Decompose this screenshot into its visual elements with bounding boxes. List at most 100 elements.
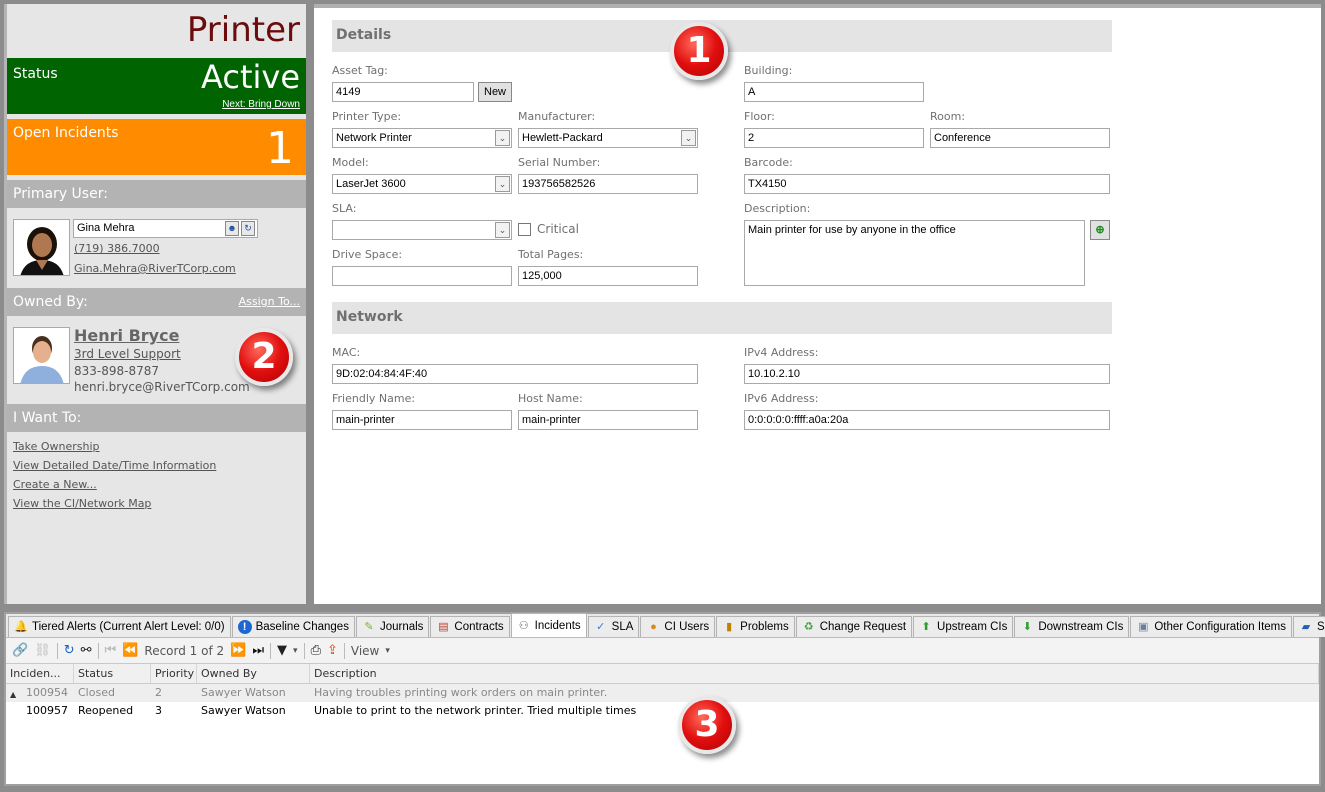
column-header-description[interactable]: Description [310, 664, 1319, 683]
chevron-down-icon[interactable]: ▾ [385, 646, 390, 656]
tab-journals[interactable]: ✎ Journals [355, 616, 430, 637]
ipv4-label: IPv4 Address: [744, 346, 819, 359]
primary-user-heading: Primary User: [13, 186, 108, 202]
filter-dropdown-icon[interactable]: ▾ [293, 646, 298, 656]
tab-baseline-changes[interactable]: ! Baseline Changes [231, 616, 355, 637]
tab-ci-users[interactable]: ● CI Users [640, 616, 716, 637]
incident-status: Closed [78, 686, 115, 699]
binoculars-icon[interactable]: ⚯ [81, 643, 92, 658]
tab-services[interactable]: ▰ Services [1293, 616, 1325, 637]
chevron-down-icon[interactable]: ⌄ [681, 130, 696, 146]
building-input[interactable]: A [744, 82, 924, 102]
sla-select[interactable]: ⌄ [332, 220, 512, 240]
floor-input[interactable]: 2 [744, 128, 924, 148]
unlink-icon[interactable]: ⛓ [34, 643, 51, 658]
primary-user-input[interactable]: Gina Mehra ☻ ↻ [73, 219, 258, 238]
serial-number-value: 193756582526 [522, 178, 596, 190]
tab-change-request[interactable]: ♻ Change Request [795, 616, 913, 637]
first-record-icon[interactable]: ⏮ [105, 643, 117, 658]
next-record-icon[interactable]: ⏩ [230, 643, 246, 658]
owner-phone: 833-898-8787 [74, 364, 160, 378]
drive-space-input[interactable] [332, 266, 512, 286]
tab-label: SLA [611, 621, 634, 633]
owner-group[interactable]: 3rd Level Support [74, 347, 181, 361]
ipv6-input[interactable]: 0:0:0:0:0:ffff:a0a:20a [744, 410, 1110, 430]
chevron-down-icon[interactable]: ⌄ [495, 222, 510, 238]
incident-owner: Sawyer Watson [201, 686, 286, 699]
new-asset-tag-button[interactable]: New [478, 82, 513, 102]
incident-description: Having troubles printing work orders on … [314, 686, 608, 699]
export-icon[interactable]: ⇪ [327, 643, 338, 658]
bell-icon: 🔔 [14, 621, 28, 633]
book-icon: ▰ [1301, 621, 1311, 633]
owner-name[interactable]: Henri Bryce [74, 326, 179, 345]
tab-tiered-alerts[interactable]: 🔔 Tiered Alerts (Current Alert Level: 0/0… [8, 616, 231, 637]
building-label: Building: [744, 64, 793, 77]
table-row[interactable]: 100954 Closed 2 Sawyer Watson Having tro… [6, 684, 1319, 702]
tab-contracts[interactable]: ▤ Contracts [430, 616, 510, 637]
column-header-priority[interactable]: Priority [151, 664, 197, 683]
floor-value: 2 [748, 132, 755, 144]
room-input[interactable]: Conference [930, 128, 1110, 148]
take-ownership-link[interactable]: Take Ownership [13, 440, 306, 453]
refresh-icon[interactable]: ↻ [64, 643, 75, 658]
create-new-link[interactable]: Create a New... [13, 478, 306, 491]
select-user-icon[interactable]: ☻ [225, 221, 239, 236]
tab-upstream-cis[interactable]: ⬆ Upstream CIs [913, 616, 1014, 637]
info-icon: ! [237, 620, 252, 634]
barcode-input[interactable]: TX4150 [744, 174, 1110, 194]
column-header-incident[interactable]: Inciden... ▲ [6, 664, 74, 699]
ipv4-input[interactable]: 10.10.2.10 [744, 364, 1110, 384]
assign-to-link[interactable]: Assign To... [239, 288, 300, 316]
contract-icon: ▤ [438, 621, 449, 633]
manufacturer-select[interactable]: Hewlett-Packard ⌄ [518, 128, 698, 148]
link-icon[interactable]: 🔗 [12, 643, 28, 658]
filter-icon[interactable]: ▼ [277, 643, 287, 658]
primary-user-name: Gina Mehra [77, 222, 135, 234]
zoom-in-icon[interactable]: ⊕ [1090, 220, 1110, 240]
printer-type-select[interactable]: Network Printer ⌄ [332, 128, 512, 148]
previous-record-icon[interactable]: ⏪ [122, 643, 138, 658]
asset-tag-input[interactable]: 4149 [332, 82, 474, 102]
critical-label: Critical [537, 222, 579, 236]
tab-sla[interactable]: ✓ SLA [587, 616, 640, 637]
open-incidents-count: 1 [266, 123, 294, 174]
last-record-icon[interactable]: ⏭ [252, 643, 264, 658]
status-value: Active [201, 58, 300, 96]
view-ci-map-link[interactable]: View the CI/Network Map [13, 497, 306, 510]
ipv6-label: IPv6 Address: [744, 392, 819, 405]
primary-user-header: Primary User: [7, 180, 306, 208]
primary-user-phone[interactable]: (719) 386.7000 [74, 242, 160, 255]
tab-other-configuration-items[interactable]: ▣ Other Configuration Items [1130, 616, 1293, 637]
grid-toolbar: 🔗 ⛓ ↻ ⚯ ⏮ ⏪ Record 1 of 2 ⏩ ⏭ ▼ ▾ ⎙ ⇪ Vi… [6, 638, 1319, 664]
model-select[interactable]: LaserJet 3600 ⌄ [332, 174, 512, 194]
view-menu[interactable]: View [351, 644, 379, 658]
friendly-name-input[interactable]: main-printer [332, 410, 512, 430]
ci-type-title: Printer [186, 10, 300, 50]
column-header-status[interactable]: Status [74, 664, 151, 683]
arrow-down-icon: ⬇ [1022, 621, 1032, 633]
total-pages-input[interactable]: 125,000 [518, 266, 698, 286]
chevron-down-icon[interactable]: ⌄ [495, 176, 510, 192]
host-name-input[interactable]: main-printer [518, 410, 698, 430]
open-incidents-tile[interactable]: Open Incidents 1 [7, 119, 306, 175]
chevron-down-icon[interactable]: ⌄ [495, 130, 510, 146]
tab-problems[interactable]: ▮ Problems [716, 616, 795, 637]
mac-input[interactable]: 9D:02:04:84:4F:40 [332, 364, 698, 384]
column-header-owned-by[interactable]: Owned By [197, 664, 310, 683]
tab-incidents[interactable]: ⚇ Incidents [510, 613, 587, 637]
table-row[interactable]: 100957 Reopened 3 Sawyer Watson Unable t… [6, 702, 1319, 720]
refresh-icon[interactable]: ↻ [241, 221, 255, 236]
description-textarea[interactable]: Main printer for use by anyone in the of… [744, 220, 1085, 286]
tab-label: CI Users [664, 621, 710, 633]
view-date-time-link[interactable]: View Detailed Date/Time Information [13, 459, 306, 472]
print-icon[interactable]: ⎙ [311, 643, 321, 658]
primary-user-email[interactable]: Gina.Mehra@RiverTCorp.com [74, 262, 236, 275]
tab-downstream-cis[interactable]: ⬇ Downstream CIs [1014, 616, 1130, 637]
critical-checkbox[interactable] [518, 223, 531, 236]
description-value: Main printer for use by anyone in the of… [748, 224, 956, 236]
next-status-link[interactable]: Next: Bring Down [222, 99, 300, 110]
tab-label: Contracts [454, 621, 504, 633]
tab-label: Upstream CIs [937, 621, 1008, 633]
serial-number-input[interactable]: 193756582526 [518, 174, 698, 194]
